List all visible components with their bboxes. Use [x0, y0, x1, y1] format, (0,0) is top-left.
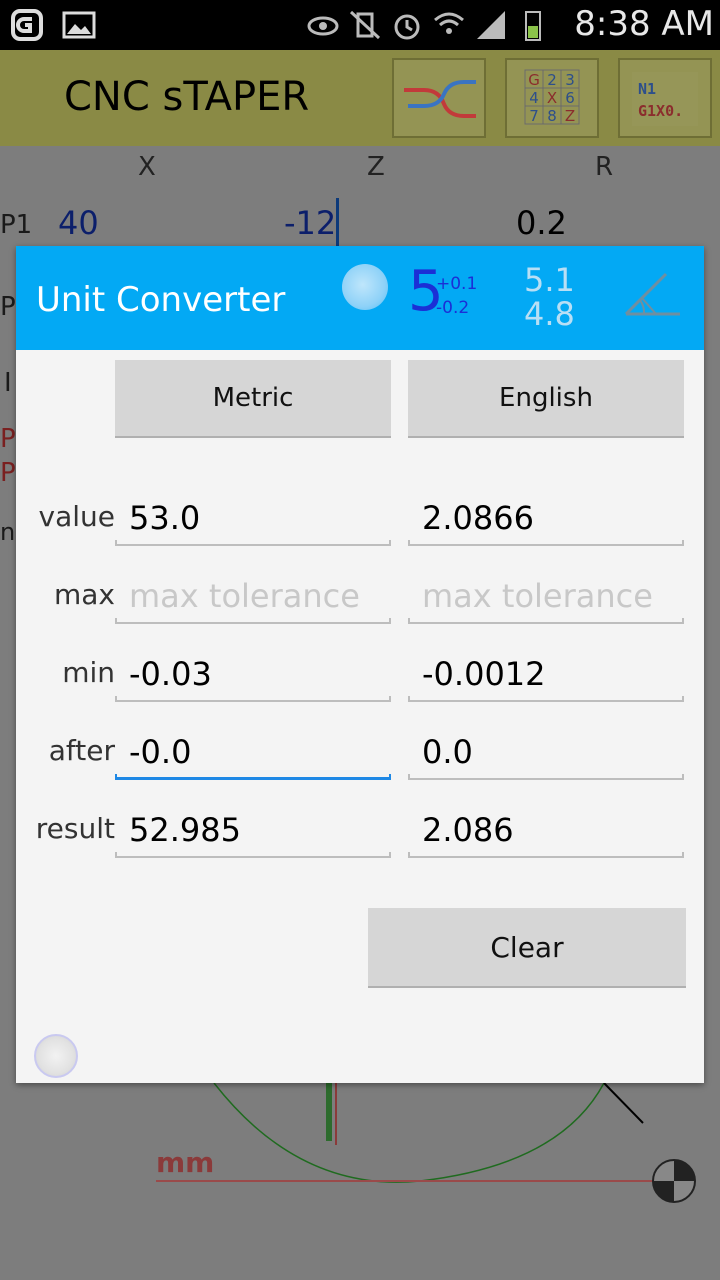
- bubble-indicator-icon: [342, 264, 388, 310]
- column-header-r: R: [595, 152, 614, 182]
- svg-text:G1X0.: G1X0.: [638, 102, 683, 120]
- dialog-header: Unit Converter 5 +0.1 -0.2 5.1 4.8: [16, 246, 704, 350]
- result-metric-underline: [115, 852, 391, 858]
- dialog-title: Unit Converter: [36, 280, 286, 320]
- p1-label: P1: [0, 210, 33, 240]
- svg-text:N1: N1: [638, 80, 656, 98]
- svg-text:2: 2: [547, 71, 557, 89]
- vibrate-mute-icon: [349, 10, 381, 40]
- signal-icon: [477, 11, 505, 39]
- floating-dot-button[interactable]: [34, 1034, 78, 1078]
- value-label: value: [38, 500, 115, 533]
- metric-button[interactable]: Metric: [115, 360, 391, 438]
- result-english-underline: [408, 852, 684, 858]
- svg-text:4: 4: [529, 89, 539, 107]
- max-english-underline: [408, 618, 684, 624]
- battery-icon: [525, 11, 541, 41]
- taper-wave-icon: [404, 80, 476, 118]
- svg-text:8: 8: [547, 107, 557, 125]
- svg-text:X: X: [547, 89, 557, 107]
- p1-r-value[interactable]: 0.2: [516, 204, 567, 242]
- min-english-field[interactable]: [408, 646, 684, 702]
- alarm-icon: [394, 14, 420, 40]
- after-english-underline: [408, 774, 684, 780]
- gcode-icon: N1 G1X0.: [632, 72, 698, 126]
- app-notification-icon: [11, 9, 43, 41]
- min-metric-field[interactable]: [115, 646, 391, 702]
- max-metric-field[interactable]: [115, 568, 391, 624]
- min-metric-underline: [115, 696, 391, 702]
- result-english-field[interactable]: [408, 802, 684, 858]
- result-label: result: [35, 812, 115, 845]
- gcode-button[interactable]: N1 G1X0.: [618, 58, 712, 138]
- max-english-field[interactable]: [408, 568, 684, 624]
- wifi-icon: [434, 12, 464, 34]
- after-metric-field[interactable]: [115, 724, 391, 780]
- after-metric-underline-focused: [115, 774, 391, 780]
- value-metric-underline: [115, 540, 391, 546]
- column-header-x: X: [138, 152, 156, 182]
- grid-keypad-button[interactable]: G 2 3 4 X 6 7 8 Z: [505, 58, 599, 138]
- row-label-red-partial-2: P: [0, 458, 16, 488]
- tolerance-upper: +0.1: [436, 274, 478, 294]
- p1-x-value[interactable]: 40: [58, 204, 99, 242]
- status-bar: 8:38 AM: [0, 0, 720, 50]
- svg-text:G: G: [528, 71, 540, 89]
- p1-z-value[interactable]: -12: [284, 204, 336, 242]
- column-header-z: Z: [367, 152, 385, 182]
- app-title: CNC sTAPER: [64, 74, 310, 120]
- min-label: min: [62, 656, 115, 689]
- value-metric-field[interactable]: [115, 490, 391, 546]
- after-label: after: [48, 734, 115, 767]
- row-label-red-partial-1: P: [0, 424, 16, 454]
- min-english-underline: [408, 696, 684, 702]
- text-cursor: [336, 198, 339, 246]
- row-label-n-partial: n: [0, 518, 16, 546]
- grid-keypad-icon: G 2 3 4 X 6 7 8 Z: [524, 69, 580, 125]
- range-bottom: 4.8: [524, 295, 575, 333]
- after-english-field[interactable]: [408, 724, 684, 780]
- unit-converter-dialog: Unit Converter 5 +0.1 -0.2 5.1 4.8 Metri…: [16, 246, 704, 1083]
- tolerance-lower: -0.2: [436, 298, 470, 318]
- value-english-field[interactable]: [408, 490, 684, 546]
- image-notification-icon: [62, 11, 96, 39]
- svg-text:6: 6: [565, 89, 575, 107]
- unit-label-mm: mm: [156, 1146, 215, 1179]
- row-label-partial: I: [4, 368, 12, 398]
- status-time: 8:38 AM: [574, 4, 714, 44]
- taper-drawing: [156, 1083, 696, 1203]
- clear-button[interactable]: Clear: [368, 908, 686, 988]
- svg-text:Z: Z: [565, 107, 575, 125]
- range-top: 5.1: [524, 261, 575, 299]
- angle-icon[interactable]: [622, 268, 686, 322]
- english-button[interactable]: English: [408, 360, 684, 438]
- taper-mode-button[interactable]: [392, 58, 486, 138]
- max-metric-underline: [115, 618, 391, 624]
- eye-icon: [307, 16, 339, 36]
- row-label-p2-partial: P: [0, 292, 16, 322]
- svg-text:7: 7: [529, 107, 539, 125]
- svg-text:3: 3: [565, 71, 575, 89]
- value-english-underline: [408, 540, 684, 546]
- app-bar: CNC sTAPER G 2 3 4 X 6 7 8 Z N1 G1X0.: [0, 50, 720, 146]
- max-label: max: [53, 578, 115, 611]
- result-metric-field[interactable]: [115, 802, 391, 858]
